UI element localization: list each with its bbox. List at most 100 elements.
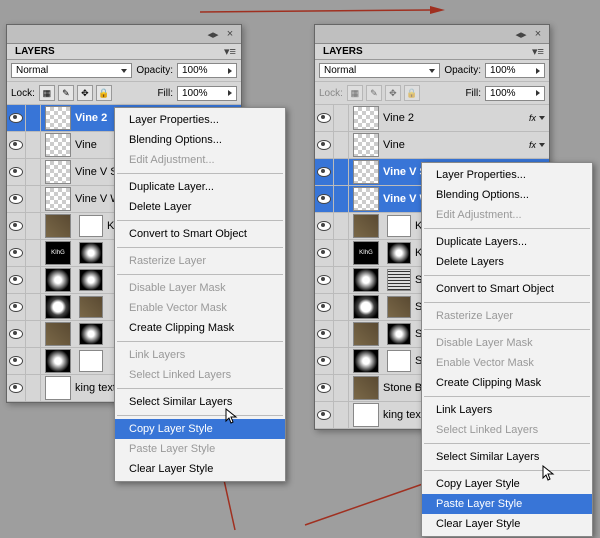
visibility-toggle[interactable] [315,267,334,293]
visibility-toggle[interactable] [315,105,334,131]
fx-icon[interactable]: fx [529,140,536,150]
close-icon[interactable]: × [531,27,545,41]
visibility-toggle[interactable] [315,213,334,239]
layer-thumbnail[interactable]: KIhG [45,241,71,265]
visibility-toggle[interactable] [7,321,26,347]
opacity-input[interactable]: 100% [485,63,545,78]
collapse-icon[interactable]: ◂▸ [206,27,220,41]
visibility-toggle[interactable] [7,159,26,185]
menu-item[interactable]: Create Clipping Mask [422,373,592,393]
layer-mask-thumbnail[interactable] [79,242,103,264]
layers-tab[interactable]: LAYERS [315,44,371,60]
layer-thumbnail[interactable] [45,322,71,346]
chevron-down-icon[interactable] [539,143,545,147]
layer-mask-thumbnail[interactable] [387,269,411,291]
layer-thumbnail[interactable] [353,133,379,157]
menu-item[interactable]: Paste Layer Style [422,494,592,514]
lock-position-icon[interactable]: ✥ [385,85,401,101]
layer-mask-thumbnail[interactable] [387,215,411,237]
visibility-toggle[interactable] [315,186,334,212]
layer-mask-thumbnail[interactable] [79,323,103,345]
blend-mode-select[interactable]: Normal [319,63,440,78]
menu-item[interactable]: Copy Layer Style [422,474,592,494]
layer-mask-thumbnail[interactable] [79,296,103,318]
menu-item[interactable]: Layer Properties... [422,165,592,185]
menu-item[interactable]: Create Clipping Mask [115,318,285,338]
layer-thumbnail[interactable] [353,187,379,211]
menu-item[interactable]: Duplicate Layer... [115,177,285,197]
visibility-toggle[interactable] [7,105,26,131]
layer-thumbnail[interactable] [353,376,379,400]
menu-item[interactable]: Delete Layers [422,252,592,272]
layer-thumbnail[interactable] [45,187,71,211]
panel-menu-icon[interactable]: ▾≡ [531,45,545,59]
menu-item[interactable]: Select Similar Layers [422,447,592,467]
chevron-down-icon[interactable] [539,116,545,120]
menu-item[interactable]: Copy Layer Style [115,419,285,439]
visibility-toggle[interactable] [315,132,334,158]
visibility-toggle[interactable] [7,240,26,266]
layer-thumbnail[interactable] [353,160,379,184]
layer-thumbnail[interactable] [353,214,379,238]
layer-thumbnail[interactable] [353,403,379,427]
layer-thumbnail[interactable] [45,133,71,157]
menu-item[interactable]: Delete Layer [115,197,285,217]
layer-thumbnail[interactable] [353,268,379,292]
layer-row[interactable]: Vine 2fx [315,105,549,132]
visibility-toggle[interactable] [7,267,26,293]
layer-mask-thumbnail[interactable] [387,323,411,345]
menu-item[interactable]: Blending Options... [115,130,285,150]
layer-mask-thumbnail[interactable] [79,350,103,372]
panel-menu-icon[interactable]: ▾≡ [223,45,237,59]
lock-pixels-icon[interactable]: ✎ [58,85,74,101]
layers-tab[interactable]: LAYERS [7,44,63,60]
lock-all-icon[interactable]: 🔒 [96,85,112,101]
blend-mode-select[interactable]: Normal [11,63,132,78]
fill-input[interactable]: 100% [485,86,545,101]
layer-thumbnail[interactable] [45,160,71,184]
visibility-toggle[interactable] [315,294,334,320]
close-icon[interactable]: × [223,27,237,41]
layer-mask-thumbnail[interactable] [79,269,103,291]
layer-mask-thumbnail[interactable] [387,242,411,264]
layer-mask-thumbnail[interactable] [79,215,103,237]
visibility-toggle[interactable] [7,213,26,239]
menu-item[interactable]: Layer Properties... [115,110,285,130]
layer-thumbnail[interactable] [45,376,71,400]
menu-item[interactable]: Convert to Smart Object [422,279,592,299]
lock-pixels-icon[interactable]: ✎ [366,85,382,101]
visibility-toggle[interactable] [315,375,334,401]
lock-position-icon[interactable]: ✥ [77,85,93,101]
layer-mask-thumbnail[interactable] [387,350,411,372]
visibility-toggle[interactable] [7,186,26,212]
visibility-toggle[interactable] [315,402,334,428]
layer-thumbnail[interactable] [45,349,71,373]
menu-item[interactable]: Clear Layer Style [422,514,592,534]
opacity-input[interactable]: 100% [177,63,237,78]
layer-thumbnail[interactable] [45,268,71,292]
layer-mask-thumbnail[interactable] [387,296,411,318]
layer-name-label[interactable]: Vine 2 [383,112,529,124]
menu-item[interactable]: Link Layers [422,400,592,420]
visibility-toggle[interactable] [315,321,334,347]
lock-transparent-icon[interactable]: ▦ [39,85,55,101]
layer-thumbnail[interactable] [353,295,379,319]
layer-thumbnail[interactable]: KIhG [353,241,379,265]
layer-thumbnail[interactable] [45,106,71,130]
menu-item[interactable]: Convert to Smart Object [115,224,285,244]
visibility-toggle[interactable] [7,132,26,158]
visibility-toggle[interactable] [315,348,334,374]
visibility-toggle[interactable] [7,294,26,320]
visibility-toggle[interactable] [7,375,26,401]
visibility-toggle[interactable] [315,159,334,185]
menu-item[interactable]: Duplicate Layers... [422,232,592,252]
lock-transparent-icon[interactable]: ▦ [347,85,363,101]
fill-input[interactable]: 100% [177,86,237,101]
fx-icon[interactable]: fx [529,113,536,123]
layer-thumbnail[interactable] [353,322,379,346]
menu-item[interactable]: Blending Options... [422,185,592,205]
menu-item[interactable]: Select Similar Layers [115,392,285,412]
menu-item[interactable]: Clear Layer Style [115,459,285,479]
layer-thumbnail[interactable] [353,106,379,130]
layer-name-label[interactable]: Vine [383,139,529,151]
